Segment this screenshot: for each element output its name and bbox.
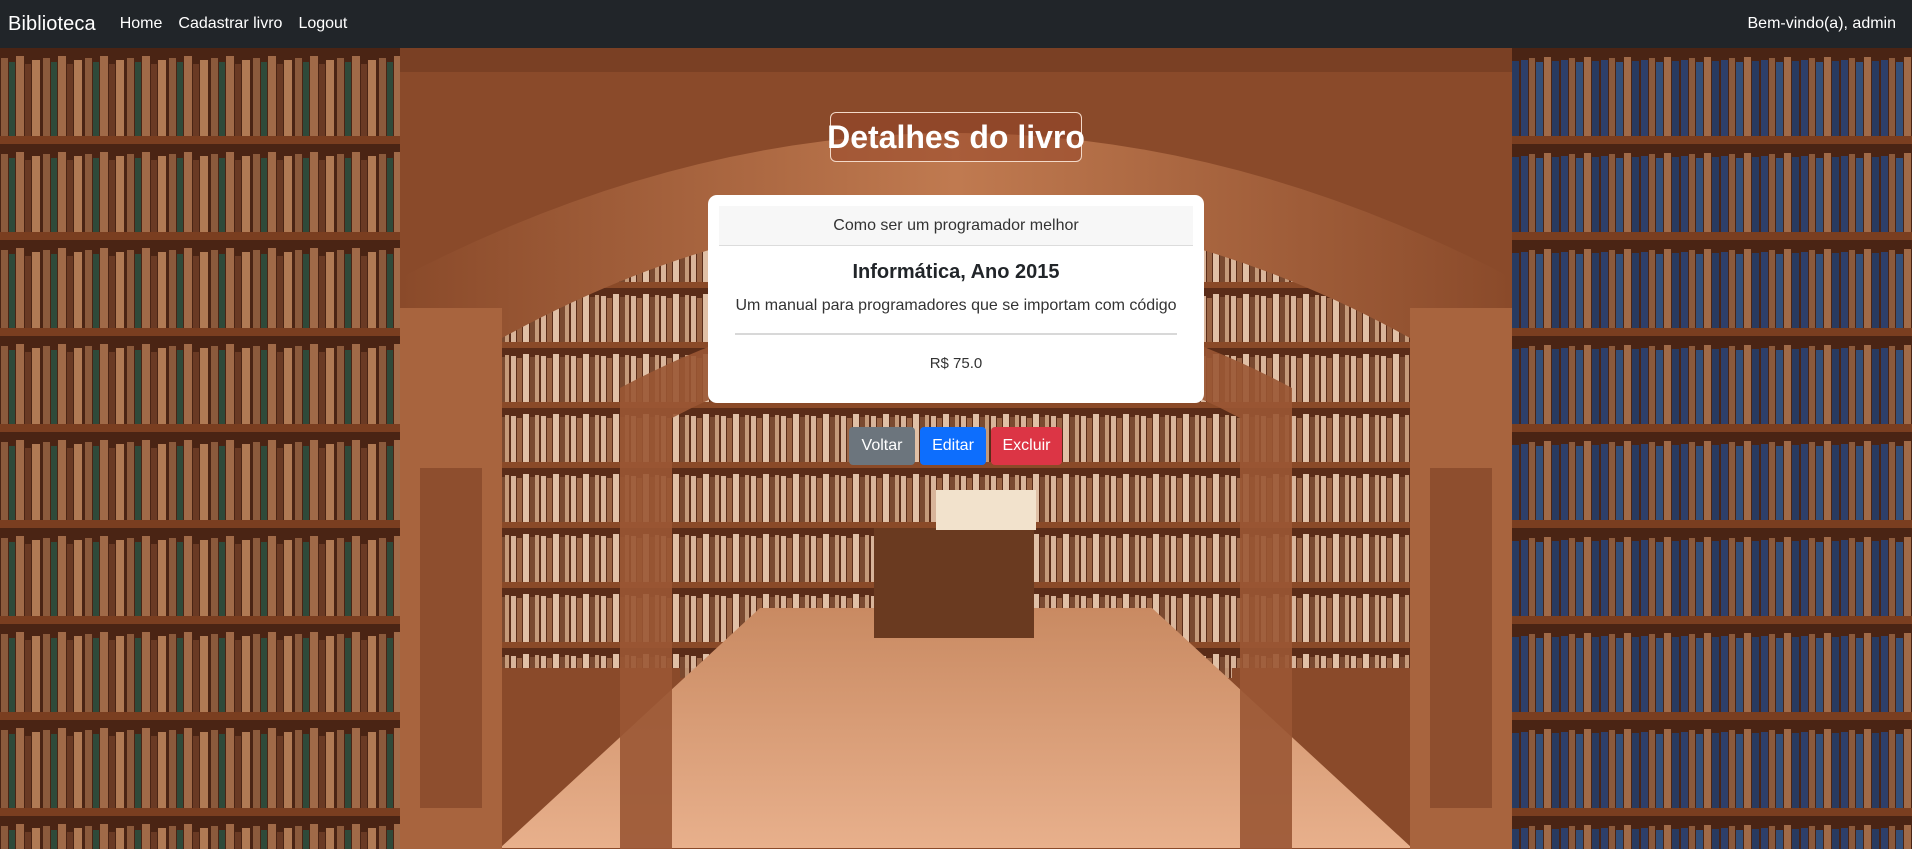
navbar: Biblioteca Home Cadastrar livro Logout B… xyxy=(0,0,1912,48)
book-description: Um manual para programadores que se impo… xyxy=(735,297,1177,314)
welcome-text: Bem-vindo(a), admin xyxy=(1747,15,1897,32)
book-price: R$ 75.0 xyxy=(929,355,983,372)
back-button[interactable]: Voltar xyxy=(849,427,915,465)
nav-link-home[interactable]: Home xyxy=(120,15,163,33)
book-title-header: Como ser um programador melhor xyxy=(719,206,1193,246)
brand-link[interactable]: Biblioteca xyxy=(8,13,96,36)
action-buttons: Voltar Editar Excluir xyxy=(849,427,1067,465)
book-category-year: Informática, Ano 2015 xyxy=(852,261,1060,283)
card-divider xyxy=(735,333,1177,335)
page-title: Detalhes do livro xyxy=(827,112,1085,162)
delete-button[interactable]: Excluir xyxy=(991,427,1062,465)
edit-button[interactable]: Editar xyxy=(920,427,986,465)
book-card: Como ser um programador melhor Informáti… xyxy=(708,195,1204,403)
nav-link-cadastrar-livro[interactable]: Cadastrar livro xyxy=(178,15,282,33)
nav-link-logout[interactable]: Logout xyxy=(298,15,347,33)
